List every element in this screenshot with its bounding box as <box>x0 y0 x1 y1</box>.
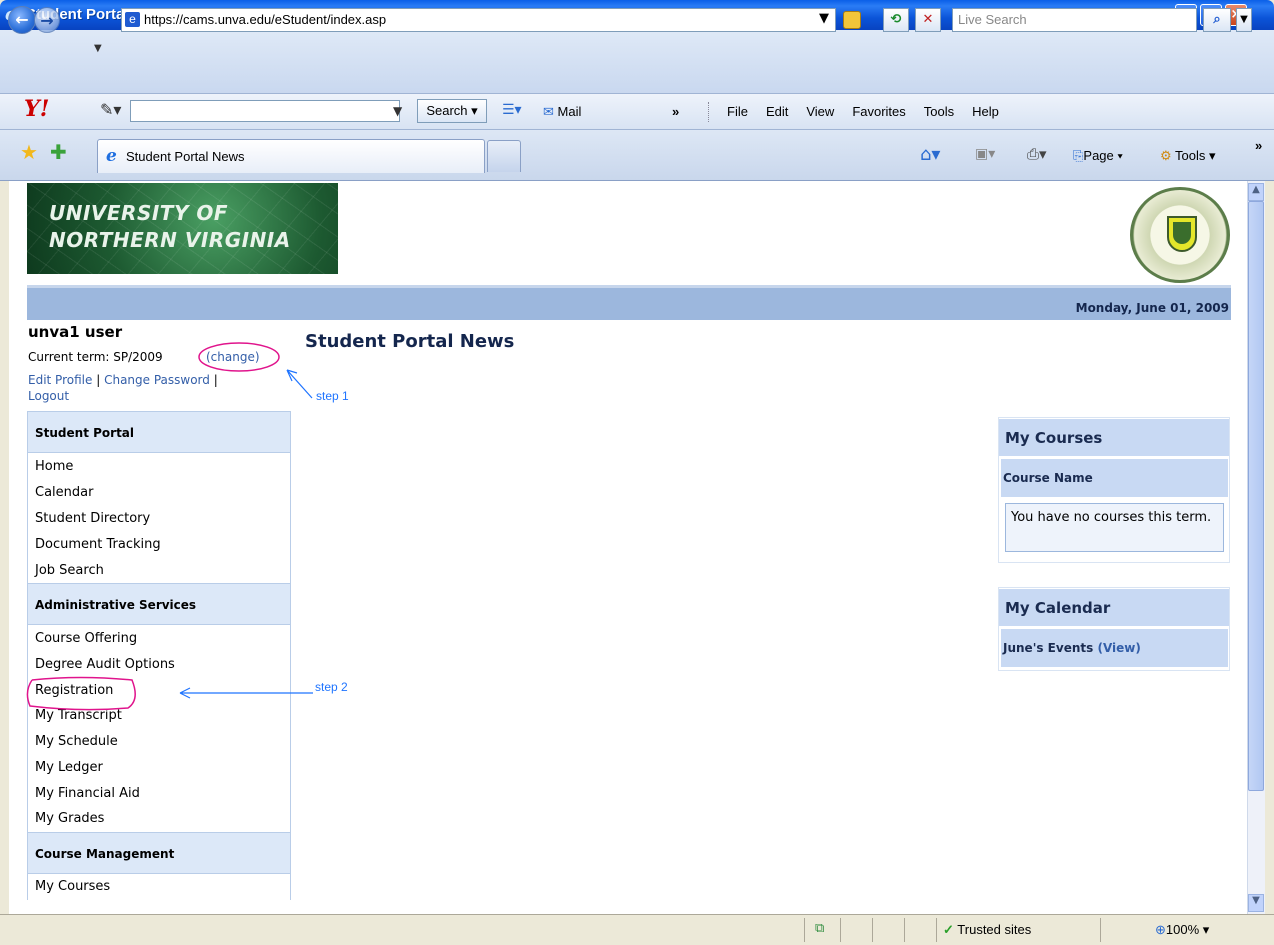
zoom-control[interactable]: ⊕100% ▾ <box>1155 922 1209 938</box>
status-divider <box>1100 918 1101 942</box>
security-report-icon[interactable]: ⧉ <box>815 921 824 936</box>
step2-arrow <box>179 687 313 699</box>
status-divider <box>936 918 937 942</box>
checkmark-icon: ✓ <box>943 922 954 937</box>
status-divider <box>804 918 805 942</box>
zoom-level: 100% <box>1165 922 1200 937</box>
step2-highlight <box>26 676 136 711</box>
zoom-icon: ⊕ <box>1155 922 1166 937</box>
status-divider <box>840 918 841 942</box>
status-bar <box>0 914 1274 945</box>
step1-highlight <box>198 342 280 372</box>
step2-label: step 2 <box>315 680 348 694</box>
zone-label: Trusted sites <box>957 922 1032 937</box>
status-divider <box>904 918 905 942</box>
zone-indicator[interactable]: ✓ Trusted sites <box>943 922 1031 938</box>
step1-arrow <box>286 369 313 399</box>
annotation-overlay <box>26 342 313 711</box>
status-divider <box>872 918 873 942</box>
step1-label: step 1 <box>316 389 349 403</box>
